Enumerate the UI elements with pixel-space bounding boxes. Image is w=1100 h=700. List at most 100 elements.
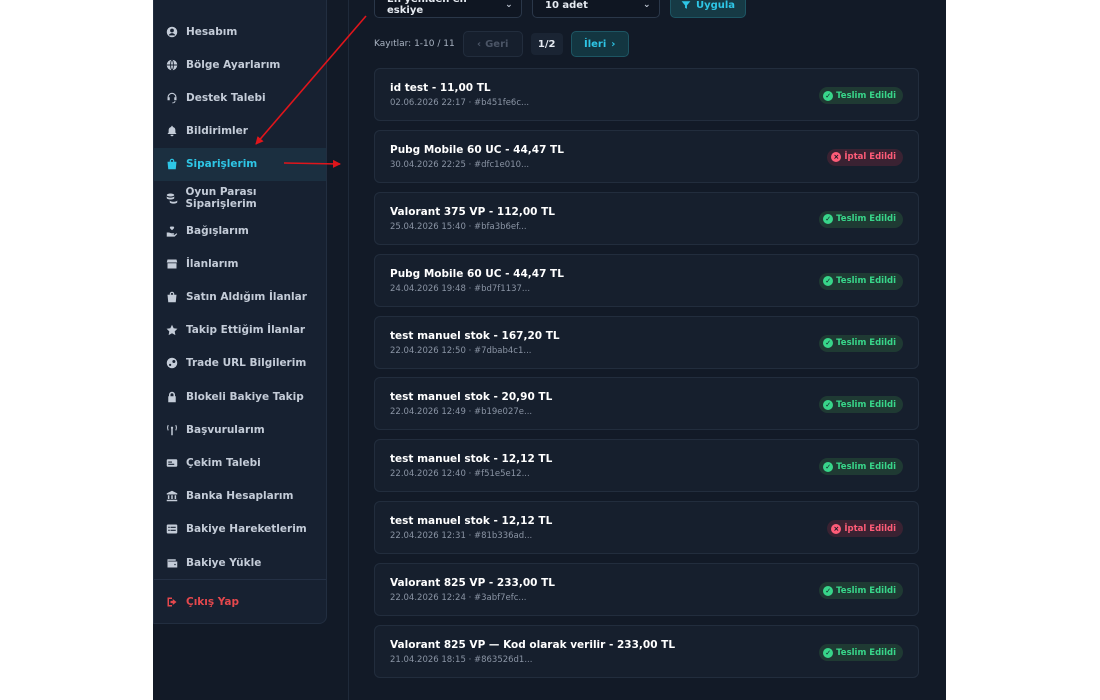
apply-label: Uygula [695, 0, 736, 11]
app-window: Hesabım Bölge Ayarlarım Destek Talebi Bildi… [153, 0, 946, 700]
sidebar-item[interactable]: Takip Ettiğim İlanlar [154, 314, 326, 347]
sidebar-divider [154, 579, 326, 580]
sidebar-item-label: Siparişlerim [186, 158, 258, 171]
page-indicator: 1/2 [530, 33, 563, 55]
x-circle-icon: × [831, 523, 842, 534]
page-size-value: 10 adet [545, 0, 588, 11]
chevron-down-icon: ⌄ [505, 0, 513, 10]
order-meta: 30.04.2026 22:25 · #dfc1e010... [390, 159, 530, 170]
order-row[interactable]: test manuel stok - 12,12 TL 22.04.2026 12… [374, 439, 919, 493]
order-meta: 22.04.2026 12:40 · #f51e5e12... [390, 469, 530, 480]
filter-bar: En yeniden en eskiye ⌄ 10 adet ⌄ Uygula [374, 0, 746, 18]
status-badge: × İptal Edildi [827, 520, 903, 538]
check-circle-icon: ✓ [823, 585, 834, 596]
sidebar-item[interactable]: Çekim Talebi [154, 446, 326, 479]
status-badge: ✓ Teslim Edildi [819, 87, 903, 104]
sidebar-item-label: Bağışlarım [186, 224, 249, 237]
bell-icon [165, 124, 179, 138]
next-page-button[interactable]: İleri › [570, 31, 629, 57]
order-row[interactable]: test manuel stok - 167,20 TL 22.04.2026 1… [374, 315, 919, 369]
sidebar-item-label: Hesabım [186, 25, 238, 38]
order-meta: 22.04.2026 12:24 · #3abf7efc... [390, 593, 527, 604]
sort-select[interactable]: En yeniden en eskiye ⌄ [374, 0, 522, 18]
account-sidebar: Hesabım Bölge Ayarlarım Destek Talebi Bildi… [153, 0, 327, 624]
check-circle-icon: ✓ [823, 214, 834, 225]
sidebar-item[interactable]: Başvurularım [154, 413, 326, 446]
bank-icon [165, 489, 179, 503]
sidebar-item[interactable]: Satın Aldığım İlanlar [154, 281, 326, 314]
status-badge: ✓ Teslim Edildi [819, 396, 903, 414]
status-badge: ✓ Teslim Edildi [819, 210, 903, 228]
money-bill-icon [165, 456, 179, 470]
sidebar-item[interactable]: İlanlarım [154, 247, 326, 280]
check-circle-icon: ✓ [823, 338, 834, 349]
sidebar-item[interactable]: Bakiye Hareketlerim [154, 513, 326, 546]
shopping-bag-icon [165, 157, 179, 171]
headset-icon [165, 91, 179, 105]
order-row[interactable]: Pubg Mobile 60 UC - 44,47 TL 24.04.2026 1… [374, 253, 919, 307]
sidebar-item[interactable]: Bakiye Yükle [154, 546, 326, 579]
order-title: Pubg Mobile 60 UC - 44,47 TL [390, 267, 564, 280]
order-meta: 22.04.2026 12:31 · #81b336ad... [390, 531, 533, 542]
sidebar-item[interactable]: Bağışlarım [154, 214, 326, 247]
sidebar-item[interactable]: Hesabım [154, 15, 326, 48]
sidebar-item-label: Bölge Ayarlarım [186, 58, 281, 71]
prev-label: Geri [485, 38, 509, 50]
sidebar-item-label: Trade URL Bilgilerim [186, 357, 307, 370]
sidebar-item[interactable]: Oyun Parası Siparişlerim [154, 181, 326, 214]
pagination: Kayıtlar: 1-10 / 11 ‹ Geri 1/2 İleri › [374, 31, 629, 57]
status-label: İptal Edildi [844, 523, 896, 534]
sidebar-item[interactable]: Destek Talebi [154, 81, 326, 114]
sidebar-item-label: Bakiye Hareketlerim [186, 523, 307, 536]
logout-link[interactable]: Çıkış Yap [154, 587, 326, 617]
order-title: test manuel stok - 12,12 TL [390, 515, 553, 528]
prev-page-button[interactable]: ‹ Geri [462, 31, 523, 57]
order-row[interactable]: Valorant 825 VP - 233,00 TL 22.04.2026 12… [374, 563, 919, 617]
chevron-left-icon: ‹ [476, 38, 482, 50]
orders-main: En yeniden en eskiye ⌄ 10 adet ⌄ Uygula … [349, 0, 946, 700]
order-title: Valorant 825 VP - 233,00 TL [390, 577, 555, 590]
order-title: Valorant 825 VP — Kod olarak verilir - 2… [390, 639, 676, 652]
order-title: Valorant 375 VP - 112,00 TL [390, 205, 555, 218]
sidebar-item-label: İlanlarım [186, 257, 239, 270]
order-row[interactable]: test manuel stok - 12,12 TL 22.04.2026 12… [374, 501, 919, 555]
sidebar-column: Hesabım Bölge Ayarlarım Destek Talebi Bildi… [153, 0, 349, 700]
sidebar-item[interactable]: Bildirimler [154, 115, 326, 148]
sidebar-item-label: Banka Hesaplarım [186, 490, 294, 503]
sidebar-item-label: Blokeli Bakiye Takip [186, 390, 304, 403]
sidebar-item[interactable]: Bölge Ayarlarım [154, 48, 326, 81]
status-label: Teslim Edildi [836, 461, 896, 472]
sidebar-item[interactable]: Siparişlerim [154, 147, 326, 181]
steam-icon [165, 356, 179, 370]
status-label: Teslim Edildi [836, 90, 896, 101]
order-row[interactable]: Valorant 375 VP - 112,00 TL 25.04.2026 15… [374, 191, 919, 245]
status-badge: ✓ Teslim Edildi [819, 334, 903, 352]
order-meta: 25.04.2026 15:40 · #bfa3b6ef... [390, 221, 527, 232]
order-meta: 24.04.2026 19:48 · #bd7f1137... [390, 283, 531, 294]
user-circle-icon [165, 25, 179, 39]
logout-label: Çıkış Yap [186, 596, 240, 608]
chevron-right-icon: › [611, 38, 616, 50]
sidebar-item-label: Başvurularım [186, 423, 265, 436]
status-label: Teslim Edildi [836, 647, 896, 658]
order-row[interactable]: Pubg Mobile 60 UC - 44,47 TL 30.04.2026 2… [374, 129, 919, 183]
store-icon [165, 257, 179, 271]
sidebar-item[interactable]: Blokeli Bakiye Takip [154, 380, 326, 413]
sidebar-item[interactable]: Trade URL Bilgilerim [154, 347, 326, 380]
apply-filter-button[interactable]: Uygula [670, 0, 746, 18]
coins-icon [165, 191, 178, 205]
records-count: Kayıtlar: 1-10 / 11 [374, 39, 455, 49]
order-row[interactable]: Valorant 825 VP — Kod olarak verilir - 2… [374, 625, 919, 679]
globe-icon [165, 58, 179, 72]
order-title: test manuel stok - 20,90 TL [390, 391, 553, 404]
order-row[interactable]: id test - 11,00 TL 02.06.2026 22:17 · #b4… [374, 68, 919, 121]
order-row[interactable]: test manuel stok - 20,90 TL 22.04.2026 12… [374, 377, 919, 431]
page-size-select[interactable]: 10 adet ⌄ [532, 0, 660, 18]
check-circle-icon: ✓ [823, 647, 834, 658]
sidebar-item[interactable]: Banka Hesaplarım [154, 480, 326, 513]
check-circle-icon: ✓ [823, 276, 834, 287]
status-label: Teslim Edildi [836, 399, 896, 410]
shopping-bag-icon [165, 290, 179, 304]
order-meta: 22.04.2026 12:50 · #7dbab4c1... [390, 345, 532, 356]
status-badge: ✓ Teslim Edildi [819, 644, 903, 662]
